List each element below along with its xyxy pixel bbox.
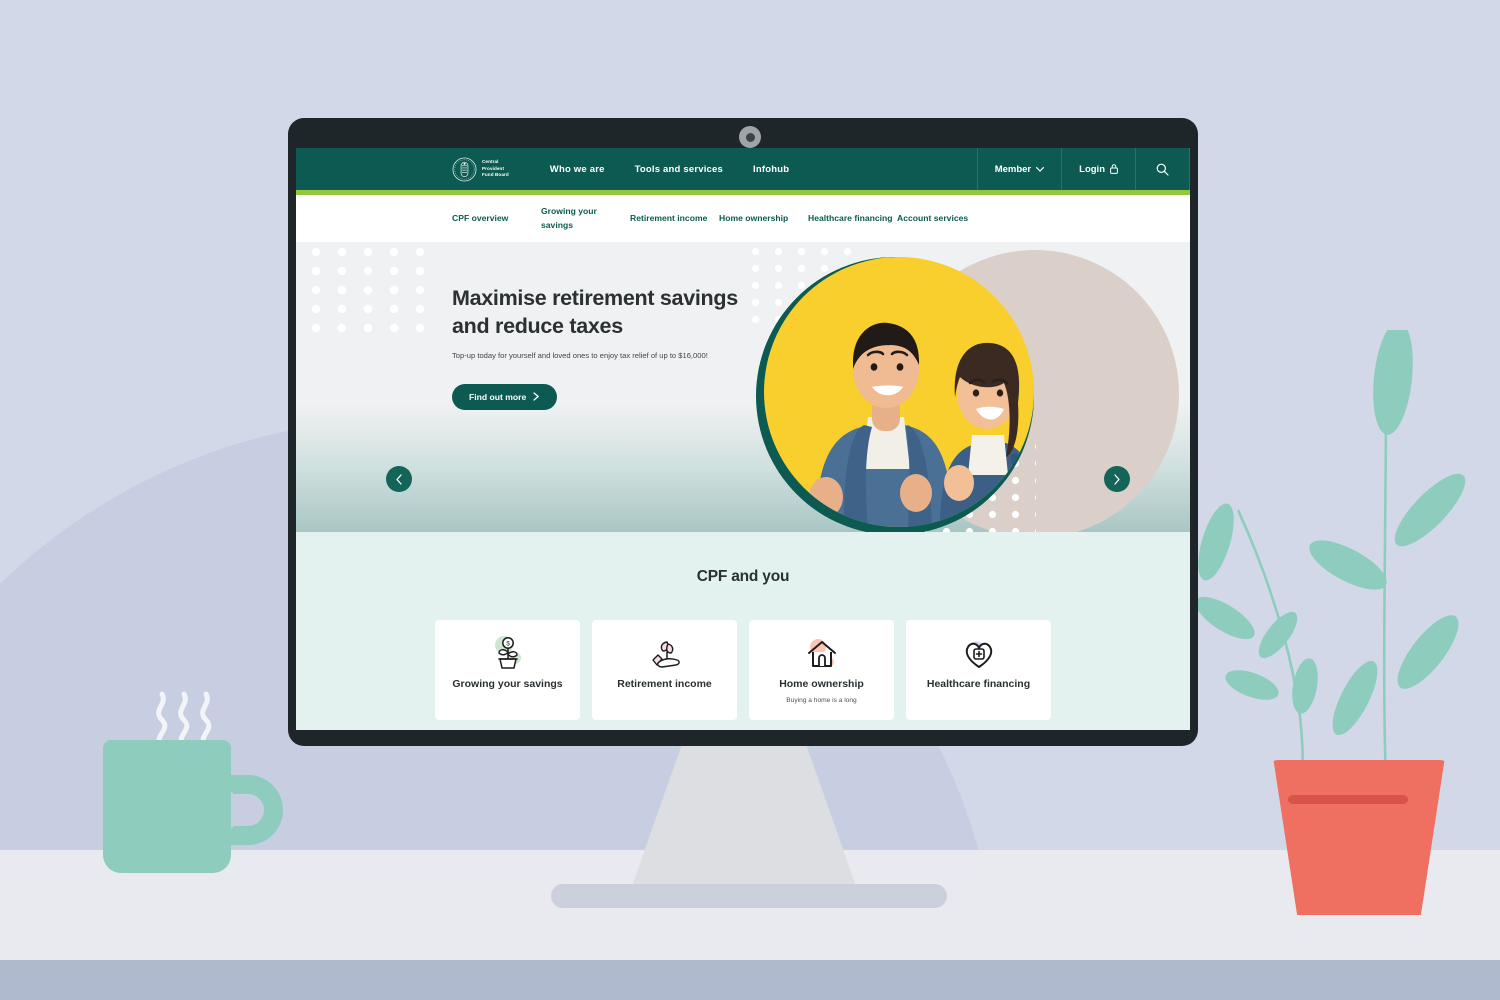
- card-home-ownership[interactable]: Home ownership Buying a home is a long: [749, 620, 894, 720]
- lock-icon: [1110, 164, 1118, 174]
- coffee-mug: [103, 740, 231, 873]
- login-label: Login: [1079, 163, 1105, 175]
- member-dropdown[interactable]: Member: [976, 148, 1061, 190]
- subnav-item-healthcare-financing[interactable]: Healthcare financing: [808, 212, 897, 225]
- cpf-and-you-section: CPF and you $ Growing your savings Retir…: [296, 532, 1190, 730]
- find-out-more-label: Find out more: [469, 391, 527, 402]
- plant-pot: [1273, 760, 1445, 915]
- plant-pot-stripe: [1288, 795, 1408, 804]
- subnav-item-growing-your-savings[interactable]: Growing your savings: [541, 205, 630, 232]
- floor-strip: [0, 960, 1500, 1000]
- chevron-right-icon: [533, 392, 540, 402]
- subnav-item-retirement-income[interactable]: Retirement income: [630, 212, 719, 225]
- nav-utility-group: Member Login: [976, 148, 1190, 190]
- card-title: Growing your savings: [452, 678, 563, 690]
- section-title: CPF and you: [696, 568, 790, 585]
- subnav-item-cpf-overview[interactable]: CPF overview: [452, 212, 541, 225]
- chevron-left-icon: [396, 473, 402, 485]
- search-button[interactable]: [1135, 148, 1190, 190]
- find-out-more-button[interactable]: Find out more: [452, 383, 558, 410]
- card-title: Retirement income: [617, 678, 712, 690]
- browser-screen: Central Provident Fund Board Who we are …: [296, 148, 1190, 730]
- hero-copy: Maximise retirement savings and reduce t…: [452, 284, 752, 410]
- hero-body-text: Top-up today for yourself and loved ones…: [452, 350, 708, 360]
- hero-carousel: Maximise retirement savings and reduce t…: [296, 242, 1190, 532]
- nav-item-who-we-are[interactable]: Who we are: [535, 164, 620, 175]
- hero-photo-circle: [764, 257, 1034, 527]
- subnav-item-home-ownership[interactable]: Home ownership: [719, 212, 808, 225]
- monitor-stand-base: [551, 884, 947, 908]
- card-description: Buying a home is a long: [786, 697, 857, 705]
- subnav-item-account-services[interactable]: Account services: [897, 212, 986, 225]
- chevron-right-icon: [1114, 473, 1120, 485]
- carousel-prev-button[interactable]: [386, 466, 412, 492]
- card-title: Healthcare financing: [926, 678, 1031, 690]
- primary-nav-links: Who we are Tools and services Infohub: [535, 148, 804, 190]
- card-healthcare-financing[interactable]: Healthcare financing: [906, 620, 1051, 720]
- top-navigation-bar: Central Provident Fund Board Who we are …: [296, 148, 1190, 190]
- nav-item-infohub[interactable]: Infohub: [738, 164, 804, 175]
- webcam-icon: [739, 126, 761, 148]
- cpf-seal-icon: [452, 157, 477, 181]
- house-icon: [802, 633, 842, 675]
- secondary-navigation-bar: CPF overview Growing your savings Retire…: [296, 195, 1190, 242]
- cpf-logo-text: Central Provident Fund Board: [482, 159, 509, 178]
- nav-item-tools-and-services[interactable]: Tools and services: [620, 164, 738, 175]
- card-growing-your-savings[interactable]: $ Growing your savings: [435, 620, 580, 720]
- carousel-next-button[interactable]: [1104, 466, 1130, 492]
- card-retirement-income[interactable]: Retirement income: [592, 620, 737, 720]
- desk-scene: Central Provident Fund Board Who we are …: [0, 0, 1500, 1000]
- hand-sprout-icon: [645, 633, 685, 675]
- money-plant-icon: $: [488, 633, 528, 675]
- cpf-card-grid: $ Growing your savings Retirement income…: [296, 620, 1190, 720]
- cpf-logo[interactable]: Central Provident Fund Board: [452, 148, 509, 190]
- heart-medical-icon: [959, 633, 999, 675]
- member-label: Member: [994, 163, 1032, 175]
- dot-pattern-left: [311, 247, 439, 343]
- search-icon: [1156, 163, 1169, 176]
- hero-heading: Maximise retirement savings and reduce t…: [452, 286, 738, 339]
- login-button[interactable]: Login: [1061, 148, 1135, 190]
- card-title: Home ownership: [779, 678, 864, 690]
- chevron-down-icon: [1036, 166, 1045, 172]
